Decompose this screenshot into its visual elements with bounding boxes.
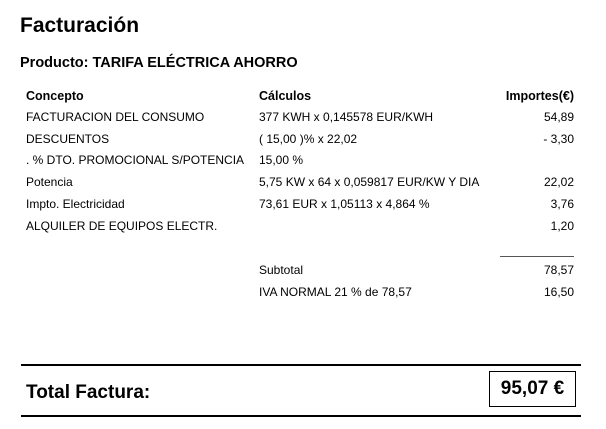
- product-name: Producto: TARIFA ELÉCTRICA AHORRO: [20, 55, 298, 71]
- row-calc: 377 KWH x 0,145578 EUR/KWH: [259, 110, 434, 124]
- row-amount: 22,02: [543, 175, 574, 189]
- row-amount: 3,76: [550, 197, 574, 211]
- header-amount: Importes(€): [505, 89, 574, 103]
- row-concept: Potencia: [26, 175, 73, 189]
- total-label: Total Factura:: [26, 382, 151, 403]
- iva-value: 16,50: [543, 285, 574, 299]
- total-box: 95,07 €: [489, 371, 576, 407]
- row-amount: 1,20: [550, 219, 574, 233]
- header-concept: Concepto: [26, 89, 84, 103]
- total-top-divider: [21, 364, 581, 366]
- row-calc: 15,00 %: [259, 153, 304, 167]
- row-calc: 73,61 EUR x 1,05113 x 4,864 %: [259, 197, 430, 211]
- row-concept: . % DTO. PROMOCIONAL S/POTENCIA: [26, 153, 245, 167]
- row-calc: 5,75 KW x 64 x 0,059817 EUR/KW Y DIA: [259, 175, 480, 189]
- row-amount: - 3,30: [543, 132, 574, 146]
- subtotal-value: 78,57: [543, 263, 574, 277]
- header-calc: Cálculos: [259, 89, 312, 103]
- invoice-title: Facturación: [20, 14, 140, 37]
- row-calc: ( 15,00 )% x 22,02: [259, 132, 358, 146]
- subtotal-label: Subtotal: [259, 263, 304, 277]
- subtotal-divider: [500, 256, 574, 257]
- row-amount: 54,89: [543, 110, 574, 124]
- iva-label: IVA NORMAL 21 % de 78,57: [259, 285, 412, 299]
- total-value: 95,07 €: [500, 378, 565, 399]
- total-bottom-divider: [21, 415, 581, 417]
- row-concept: FACTURACION DEL CONSUMO: [26, 110, 205, 124]
- row-concept: Impto. Electricidad: [26, 197, 125, 211]
- row-concept: ALQUILER DE EQUIPOS ELECTR.: [26, 219, 218, 233]
- row-concept: DESCUENTOS: [26, 132, 110, 146]
